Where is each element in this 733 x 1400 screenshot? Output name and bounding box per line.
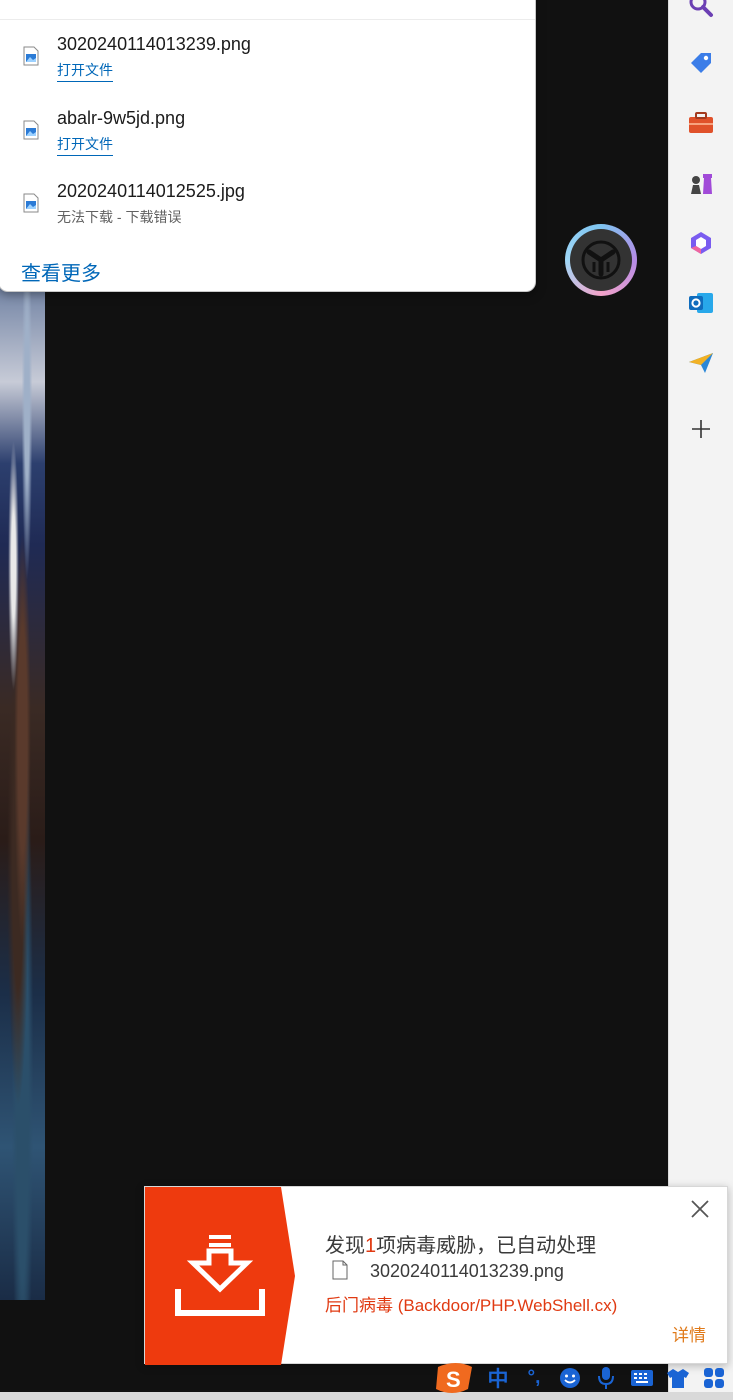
see-more-link[interactable]: 查看更多	[21, 257, 101, 286]
download-error-status: 无法下载 - 下载错误	[57, 209, 182, 225]
sogou-logo-icon[interactable]: S	[432, 1362, 478, 1394]
download-filename: abalr-9w5jd.png	[57, 108, 186, 128]
download-item[interactable]: 2020240114012525.jpg 无法下载 - 下载错误	[23, 181, 503, 231]
image-file-icon	[23, 46, 39, 66]
search-icon[interactable]	[684, 0, 718, 22]
page-photo	[0, 280, 45, 1300]
ime-toolbar: S 中 °,	[430, 1358, 733, 1400]
open-file-link[interactable]: 打开文件	[57, 60, 113, 82]
download-filename: 3020240114013239.png	[57, 34, 251, 54]
emoji-icon[interactable]	[556, 1362, 584, 1394]
image-file-icon	[23, 193, 39, 213]
download-shield-icon	[175, 1235, 265, 1316]
close-icon[interactable]	[688, 1197, 712, 1221]
threat-filename: 3020240114013239.png	[370, 1261, 564, 1281]
threat-name: 后门病毒 (Backdoor/PHP.WebShell.cx)	[325, 1296, 618, 1315]
keyboard-icon[interactable]	[628, 1362, 656, 1394]
notification-banner	[145, 1187, 295, 1365]
shopping-tag-icon[interactable]	[684, 46, 718, 80]
downloads-panel: 3020240114013239.png 打开文件 abalr-9w5jd.pn…	[0, 0, 536, 292]
title-suffix: 项病毒威胁，已自动处理	[376, 1235, 597, 1257]
title-prefix: 发现	[325, 1235, 365, 1257]
ime-mode-toggle[interactable]: 中	[484, 1362, 512, 1394]
download-filename: 2020240114012525.jpg	[57, 181, 245, 201]
ime-punctuation-toggle[interactable]: °,	[520, 1362, 548, 1394]
skin-shirt-icon[interactable]	[664, 1362, 692, 1394]
floating-avatar-button[interactable]	[565, 224, 637, 296]
games-chess-icon[interactable]	[684, 166, 718, 200]
image-file-icon	[23, 120, 39, 140]
virus-alert-notification: 发现1项病毒威胁，已自动处理 3020240114013239.png 后门病毒…	[144, 1186, 728, 1365]
svg-text:S: S	[446, 1367, 461, 1392]
open-file-link[interactable]: 打开文件	[57, 134, 113, 156]
send-icon[interactable]	[684, 346, 718, 380]
file-icon	[332, 1260, 348, 1280]
microphone-icon[interactable]	[592, 1362, 620, 1394]
tools-briefcase-icon[interactable]	[684, 106, 718, 140]
add-icon[interactable]	[684, 412, 718, 446]
download-item[interactable]: 3020240114013239.png 打开文件	[23, 34, 503, 84]
toolbox-grid-icon[interactable]	[700, 1362, 728, 1394]
copilot-icon[interactable]	[684, 226, 718, 260]
threat-count: 1	[365, 1235, 377, 1257]
notification-title: 发现1项病毒威胁，已自动处理	[325, 1229, 596, 1258]
avatar-logo-icon	[570, 229, 632, 291]
details-link[interactable]: 详情	[672, 1321, 706, 1346]
outlook-icon[interactable]	[684, 286, 718, 320]
panel-divider	[0, 19, 535, 20]
download-item[interactable]: abalr-9w5jd.png 打开文件	[23, 108, 503, 158]
